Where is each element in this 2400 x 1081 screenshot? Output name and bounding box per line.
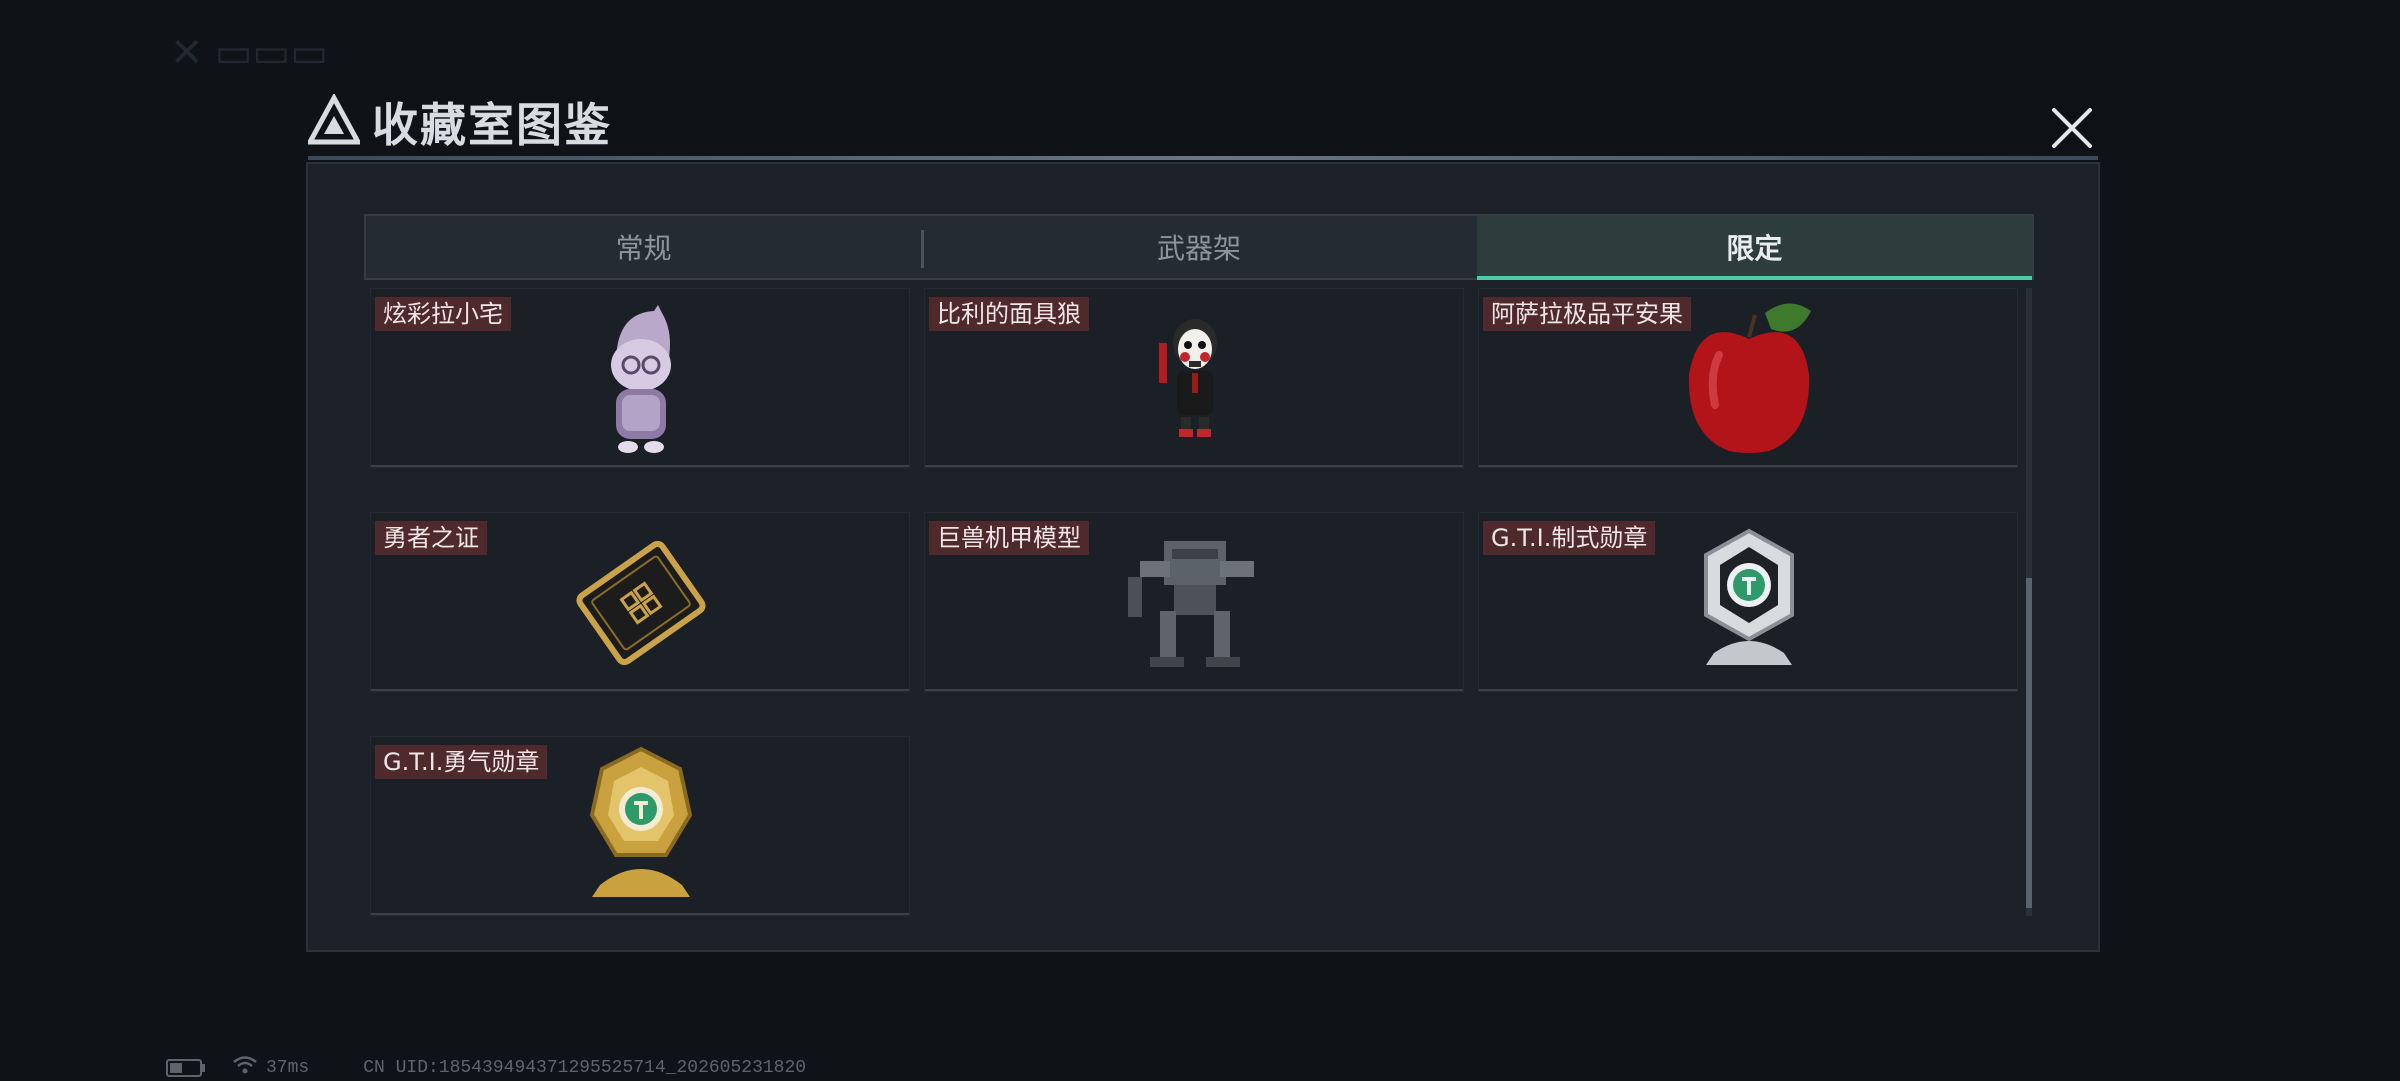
tab-weapon-rack[interactable]: 武器架 bbox=[921, 216, 1476, 278]
scrollbar-thumb[interactable] bbox=[2026, 578, 2032, 908]
uid-text: CN UID:1854394943712955257​14_2026052318… bbox=[363, 1058, 807, 1078]
close-button[interactable] bbox=[2048, 104, 2096, 152]
card-divider bbox=[371, 689, 909, 691]
purple-doll-figure-icon bbox=[596, 303, 686, 467]
title-divider bbox=[308, 156, 2098, 160]
wifi-icon bbox=[232, 1055, 266, 1081]
modal-title: 收藏室图鉴 bbox=[372, 98, 612, 152]
item-card[interactable]: 炫彩拉小宅 bbox=[370, 288, 910, 468]
battery-icon bbox=[166, 1059, 214, 1077]
card-divider bbox=[371, 913, 909, 915]
card-divider bbox=[925, 689, 1463, 691]
item-label: 巨兽机甲模型 bbox=[929, 521, 1089, 555]
item-card[interactable]: G.T.I.勇气勋章 bbox=[370, 736, 910, 916]
logo-triangle-icon bbox=[305, 92, 363, 150]
mech-model-icon bbox=[1120, 521, 1270, 675]
tab-regular[interactable]: 常规 bbox=[366, 216, 921, 278]
background-decor: ✕ ▭▭▭ bbox=[170, 31, 329, 75]
card-divider bbox=[1479, 465, 2017, 467]
card-divider bbox=[371, 465, 909, 467]
red-apple-icon bbox=[1679, 295, 1819, 459]
grid-scrollbar[interactable] bbox=[2026, 288, 2032, 916]
puppet-mask-figure-icon bbox=[1155, 313, 1235, 447]
network-status: 37ms bbox=[232, 1055, 309, 1081]
modal-header: 收藏室图鉴 bbox=[305, 92, 612, 152]
item-card[interactable]: 阿萨拉极品平安果 bbox=[1478, 288, 2018, 468]
card-divider bbox=[1479, 689, 2017, 691]
item-card[interactable]: 比利的面具狼 bbox=[924, 288, 1464, 468]
item-label: G.T.I.勇气勋章 bbox=[375, 745, 548, 779]
category-tabs: 常规 武器架 限定 bbox=[364, 214, 2034, 280]
status-bar: 37ms CN UID:1854394943712955257​14_20260… bbox=[166, 1056, 824, 1080]
ping-text: 37ms bbox=[266, 1058, 310, 1078]
tab-limited[interactable]: 限定 bbox=[1476, 216, 2033, 280]
card-divider bbox=[925, 465, 1463, 467]
item-label: 勇者之证 bbox=[375, 521, 487, 555]
gold-card-icon bbox=[561, 523, 721, 687]
item-label: 炫彩拉小宅 bbox=[375, 297, 511, 331]
item-label: G.T.I.制式勋章 bbox=[1483, 521, 1656, 555]
item-card[interactable]: 巨兽机甲模型 bbox=[924, 512, 1464, 692]
item-card[interactable]: G.T.I.制式勋章 bbox=[1478, 512, 2018, 692]
item-card[interactable]: 勇者之证 bbox=[370, 512, 910, 692]
silver-medal-icon bbox=[1684, 525, 1814, 679]
item-grid: 炫彩拉小宅 比利的面具狼 阿萨拉极品平安果 勇者之证 巨兽机甲模型 G.T.I.… bbox=[370, 288, 2018, 918]
item-label: 比利的面具狼 bbox=[929, 297, 1089, 331]
item-label: 阿萨拉极品平安果 bbox=[1483, 297, 1691, 331]
gold-medal-icon bbox=[576, 745, 706, 909]
close-icon[interactable] bbox=[2048, 108, 2096, 156]
